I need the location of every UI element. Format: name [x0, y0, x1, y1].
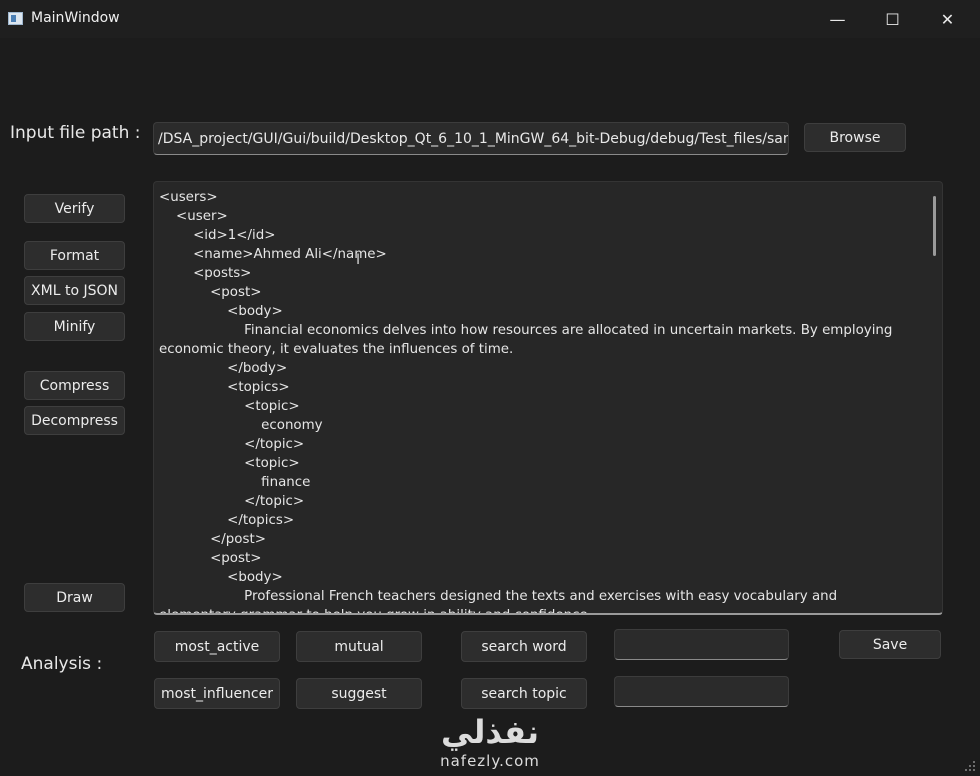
- xml-to-json-button[interactable]: XML to JSON: [24, 276, 125, 305]
- xml-text-editor[interactable]: <users> <user> <id>1</id> <name>Ahmed Al…: [153, 181, 943, 615]
- editor-text: <users> <user> <id>1</id> <name>Ahmed Al…: [159, 188, 909, 613]
- most-influencer-button[interactable]: most_influencer: [154, 678, 280, 709]
- editor-line: Financial economics delves into how reso…: [159, 323, 897, 357]
- vertical-scrollbar[interactable]: [933, 196, 936, 256]
- editor-line: <post>: [159, 285, 262, 300]
- editor-line: finance: [159, 475, 311, 490]
- app-window-icon: [8, 12, 23, 25]
- editor-line: </topics>: [159, 513, 295, 528]
- editor-line: </topic>: [159, 494, 305, 509]
- maximize-icon: ☐: [885, 9, 900, 29]
- input-file-path-label: Input file path :: [10, 123, 141, 143]
- watermark-logo: نفذلي nafezly.com: [430, 712, 550, 774]
- most-active-button[interactable]: most_active: [154, 631, 280, 662]
- editor-line: <post>: [159, 551, 262, 566]
- close-icon: ✕: [940, 9, 955, 29]
- editor-line: </post>: [159, 532, 266, 547]
- editor-line: </topic>: [159, 437, 305, 452]
- title-bar: MainWindow — ☐ ✕: [0, 0, 980, 38]
- draw-button[interactable]: Draw: [24, 583, 125, 612]
- editor-line: <users>: [159, 190, 218, 205]
- editor-line: <user>: [159, 209, 228, 224]
- watermark-arabic: نفذلي: [441, 713, 539, 751]
- editor-line: <body>: [159, 304, 283, 319]
- verify-button[interactable]: Verify: [24, 194, 125, 223]
- editor-line: <posts>: [159, 266, 252, 281]
- search-word-button[interactable]: search word: [461, 631, 587, 662]
- editor-line: <topic>: [159, 456, 300, 471]
- minimize-button[interactable]: —: [810, 0, 865, 38]
- search-word-input[interactable]: [614, 629, 789, 660]
- editor-line: economy: [159, 418, 323, 433]
- format-button[interactable]: Format: [24, 241, 125, 270]
- file-path-field[interactable]: /DSA_project/GUI/Gui/build/Desktop_Qt_6_…: [153, 122, 789, 155]
- text-cursor-icon: I: [356, 252, 361, 268]
- mutual-button[interactable]: mutual: [296, 631, 422, 662]
- compress-button[interactable]: Compress: [24, 371, 125, 400]
- minify-button[interactable]: Minify: [24, 312, 125, 341]
- maximize-button[interactable]: ☐: [865, 0, 920, 38]
- editor-line: <topics>: [159, 380, 290, 395]
- editor-line: <body>: [159, 570, 283, 585]
- editor-line: Professional French teachers designed th…: [159, 589, 838, 613]
- minimize-icon: —: [829, 9, 846, 29]
- editor-line: <id>1</id>: [159, 228, 276, 243]
- editor-line: <name>Ahmed Ali</name>: [159, 247, 387, 262]
- close-button[interactable]: ✕: [920, 0, 975, 38]
- editor-line: <topic>: [159, 399, 300, 414]
- search-topic-input[interactable]: [614, 676, 789, 707]
- window-title: MainWindow: [31, 10, 120, 26]
- resize-grip-icon[interactable]: [964, 760, 976, 772]
- analysis-label: Analysis :: [21, 654, 103, 674]
- browse-button[interactable]: Browse: [804, 123, 906, 152]
- watermark-latin: nafezly.com: [440, 752, 540, 770]
- save-button[interactable]: Save: [839, 630, 941, 659]
- decompress-button[interactable]: Decompress: [24, 406, 125, 435]
- suggest-button[interactable]: suggest: [296, 678, 422, 709]
- search-topic-button[interactable]: search topic: [461, 678, 587, 709]
- editor-line: </body>: [159, 361, 288, 376]
